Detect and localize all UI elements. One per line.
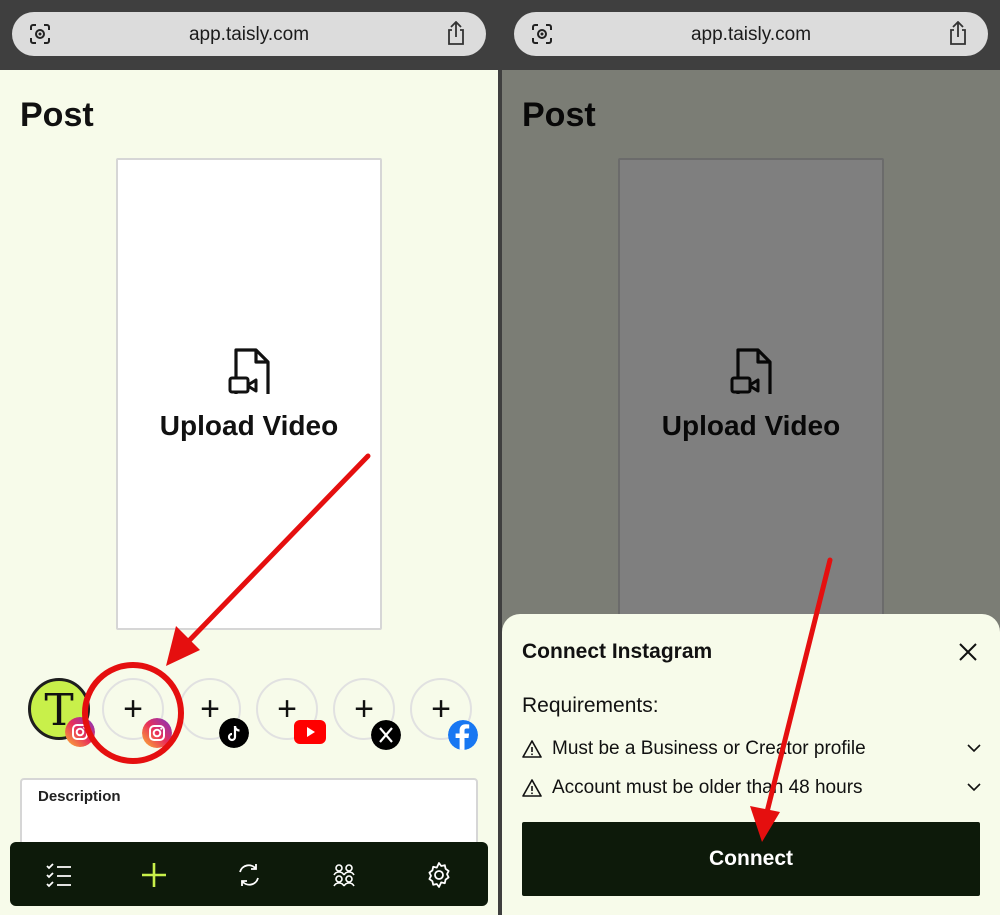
connect-instagram-sheet: Connect Instagram Requirements: Must be …: [502, 614, 1000, 915]
browser-chrome: app.taisly.com: [0, 0, 498, 70]
add-tiktok-account[interactable]: +: [179, 678, 249, 748]
video-file-icon: [228, 348, 270, 394]
left-screenshot: app.taisly.com Post Upload Video T + + +…: [0, 0, 498, 915]
tiktok-icon: [219, 718, 249, 748]
add-x-account[interactable]: +: [333, 678, 401, 750]
warning-icon: [522, 740, 542, 758]
address-bar[interactable]: app.taisly.com: [12, 12, 486, 56]
requirement-text: Account must be older than 48 hours: [552, 777, 863, 798]
right-screenshot: app.taisly.com Post Upload Video Connect…: [502, 0, 1000, 915]
plus-icon[interactable]: [139, 860, 169, 890]
youtube-icon: [294, 720, 326, 744]
refresh-icon[interactable]: [234, 860, 264, 890]
add-facebook-account[interactable]: +: [410, 678, 478, 750]
page-title: Post: [20, 96, 94, 134]
url-text: app.taisly.com: [188, 24, 310, 45]
requirement-text: Must be a Business or Creator profile: [552, 738, 866, 759]
accounts-row: T + + + + +: [0, 672, 498, 752]
requirement-row[interactable]: Account must be older than 48 hours: [522, 775, 982, 803]
account-avatar-instagram[interactable]: T: [28, 678, 95, 747]
add-youtube-account[interactable]: +: [256, 678, 326, 744]
connect-button[interactable]: Connect: [522, 822, 980, 896]
chevron-down-icon[interactable]: [966, 742, 982, 754]
upload-video-label: Upload Video: [159, 410, 339, 441]
chevron-down-icon[interactable]: [966, 781, 982, 793]
checklist-icon[interactable]: [44, 860, 74, 890]
url-text: app.taisly.com: [690, 24, 812, 45]
share-icon[interactable]: [946, 21, 970, 47]
sheet-title: Connect Instagram: [522, 640, 713, 663]
gear-icon[interactable]: [424, 860, 454, 890]
facebook-icon: [448, 720, 478, 750]
browser-chrome: app.taisly.com: [502, 0, 1000, 70]
requirement-row[interactable]: Must be a Business or Creator profile: [522, 736, 982, 764]
warning-icon: [522, 779, 542, 797]
share-icon[interactable]: [444, 21, 468, 47]
group-icon[interactable]: [329, 860, 359, 890]
address-bar[interactable]: app.taisly.com: [514, 12, 988, 56]
description-label: Description: [38, 788, 121, 805]
requirements-heading: Requirements:: [522, 694, 659, 717]
bottom-tab-bar: [10, 842, 488, 906]
x-icon: [371, 720, 401, 750]
upload-video-box[interactable]: Upload Video: [116, 158, 382, 630]
close-icon[interactable]: [958, 642, 978, 662]
annotation-circle: [82, 662, 184, 764]
